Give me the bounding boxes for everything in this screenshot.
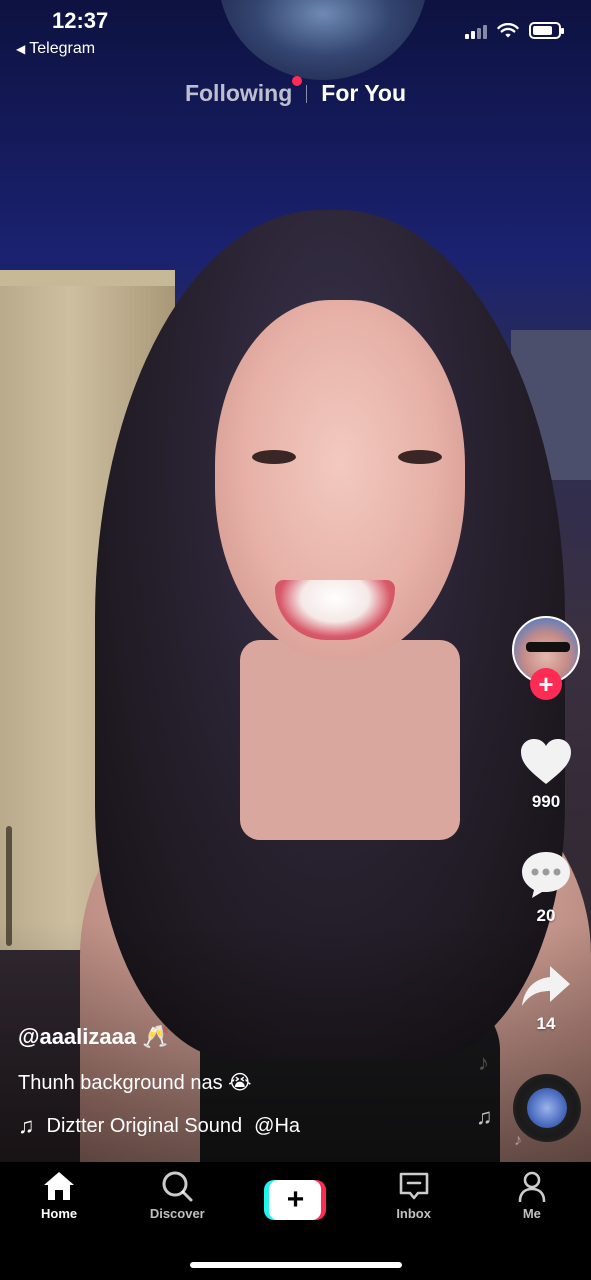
like-count: 990 xyxy=(531,792,561,811)
music-note-icon: ♪ xyxy=(514,1132,522,1149)
sound-link[interactable]: ♫ Diztter Original Sound @Ha xyxy=(18,1113,318,1139)
person-eye-right xyxy=(398,450,442,464)
follow-button[interactable]: + xyxy=(530,668,562,700)
tab-for-you[interactable]: For You xyxy=(321,80,406,107)
sound-disc[interactable] xyxy=(513,1074,581,1142)
back-arrow-icon: ◀ xyxy=(16,42,26,56)
sound-tag: @Ha xyxy=(254,1114,301,1137)
profile-icon xyxy=(518,1171,546,1202)
person-eye-left xyxy=(252,450,296,464)
nav-discover[interactable]: Discover xyxy=(127,1170,227,1221)
wifi-icon xyxy=(497,22,519,37)
share-count: 14 xyxy=(536,1014,556,1033)
nav-home[interactable]: Home xyxy=(9,1170,109,1221)
nav-create[interactable]: + xyxy=(245,1170,345,1220)
cellular-signal-icon xyxy=(465,23,487,39)
back-app-label: Telegram xyxy=(29,40,96,57)
music-note-icon: ♫ xyxy=(476,1104,493,1129)
home-icon xyxy=(44,1172,75,1200)
plus-icon: + xyxy=(269,1180,322,1220)
sound-cover xyxy=(527,1088,567,1128)
creator-username[interactable]: @aaalizaaa 🥂 xyxy=(18,1024,478,1050)
heart-icon xyxy=(521,739,571,784)
share-arrow-icon xyxy=(522,966,570,1006)
video-description: Thunh background nas 😭 xyxy=(18,1072,252,1094)
video-caption: @aaalizaaa 🥂 Thunh background nas 😭 ♫ Di… xyxy=(18,1024,478,1139)
sound-title: Diztter Original Sound xyxy=(46,1114,243,1137)
music-note-icon: ♫ xyxy=(18,1113,35,1138)
back-to-app[interactable]: ◀ Telegram xyxy=(16,40,95,58)
nav-me[interactable]: Me xyxy=(482,1170,582,1221)
ceiling-lamp xyxy=(218,0,428,80)
music-note-icon: ♪ xyxy=(478,1050,489,1075)
nav-inbox[interactable]: Inbox xyxy=(364,1170,464,1221)
action-rail: + 990 20 14 xyxy=(511,616,581,1034)
video-player[interactable] xyxy=(0,0,591,1162)
inbox-icon xyxy=(399,1172,428,1200)
tab-following[interactable]: Following xyxy=(185,76,303,107)
new-content-dot xyxy=(292,76,303,86)
home-indicator[interactable] xyxy=(190,1262,402,1268)
comment-icon xyxy=(522,852,570,898)
status-time: 12:37 xyxy=(52,8,109,33)
person-neck xyxy=(240,640,460,840)
comment-button[interactable]: 20 xyxy=(520,850,572,926)
create-button[interactable]: + xyxy=(264,1180,327,1220)
comment-count: 20 xyxy=(536,906,556,925)
like-button[interactable]: 990 xyxy=(519,738,573,812)
status-icons xyxy=(465,22,564,39)
battery-icon xyxy=(529,22,564,39)
feed-tabs: Following For You xyxy=(0,76,591,107)
share-button[interactable]: 14 xyxy=(520,964,572,1034)
search-icon xyxy=(162,1171,193,1202)
